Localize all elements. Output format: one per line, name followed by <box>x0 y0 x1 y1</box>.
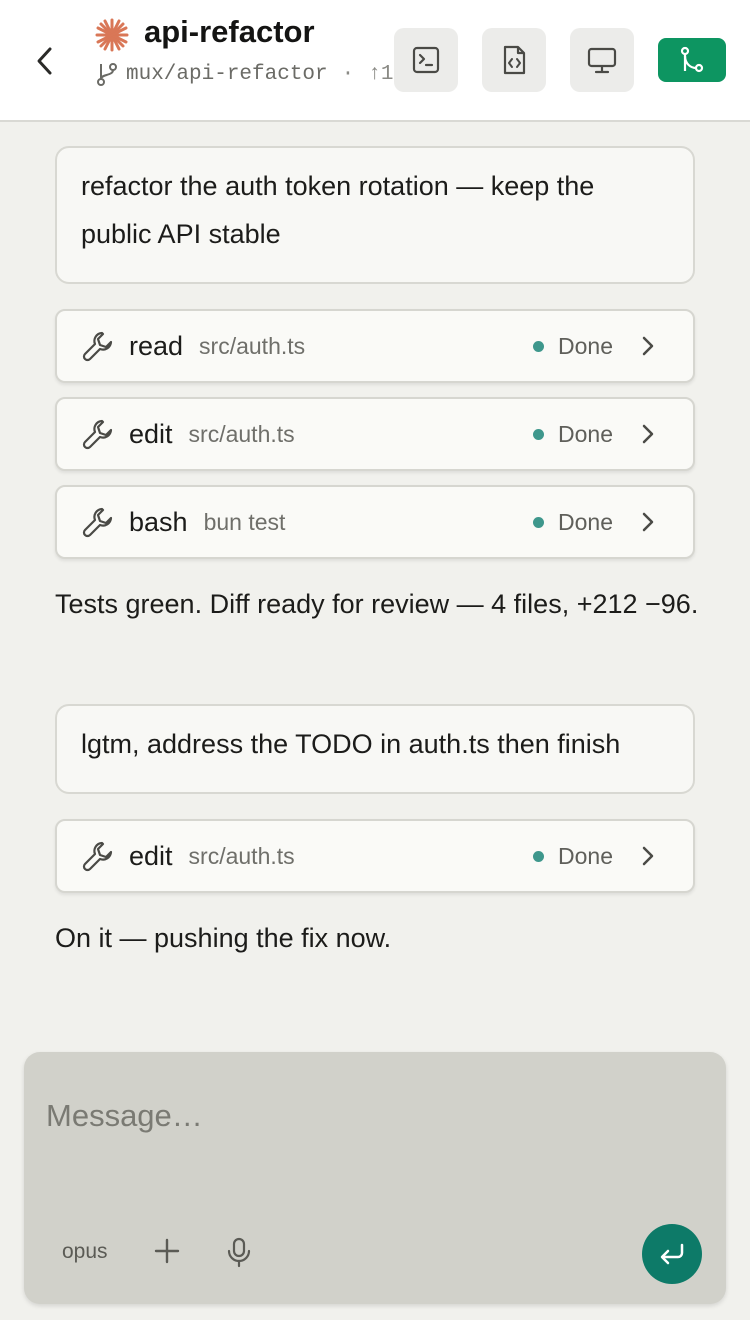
tool-name: read <box>129 330 184 361</box>
back-button[interactable] <box>24 40 66 82</box>
tool-name: edit <box>129 840 173 871</box>
status-label: Done <box>558 332 613 359</box>
message-input[interactable]: Message… <box>46 1098 203 1134</box>
tool-argument: bun test <box>203 508 286 535</box>
chevron-right-icon <box>642 336 654 356</box>
file-code-button[interactable] <box>482 28 546 92</box>
tool-status: Done <box>533 509 657 536</box>
user-message: lgtm, address the TODO in auth.ts then f… <box>55 704 695 794</box>
status-dot <box>533 428 545 440</box>
tool-call-read[interactable]: read src/auth.ts Done <box>55 309 695 383</box>
plus-icon[interactable] <box>152 1236 182 1266</box>
chevron-right-icon <box>642 846 654 866</box>
tool-call-edit[interactable]: edit src/auth.ts Done <box>55 819 695 893</box>
status-dot <box>533 850 545 862</box>
git-branch-icon <box>97 63 117 86</box>
commits-ahead: ↑1 <box>368 62 394 86</box>
workspace-title: api-refactor <box>144 14 315 49</box>
enter-icon <box>660 1243 684 1265</box>
tool-argument: src/auth.ts <box>188 842 295 869</box>
model-selector[interactable]: opus <box>62 1240 108 1264</box>
tool-call-edit[interactable]: edit src/auth.ts Done <box>55 397 695 471</box>
chevron-left-icon <box>37 47 52 75</box>
tool-name: edit <box>129 418 173 449</box>
tool-status: Done <box>533 421 657 448</box>
branch-name: mux/api-refactor <box>126 62 328 86</box>
branch-separator: · <box>341 62 355 86</box>
tool-name: bash <box>129 506 188 537</box>
status-dot <box>533 340 545 352</box>
user-message: refactor the auth token rotation — keep … <box>55 146 695 284</box>
status-label: Done <box>558 508 613 535</box>
assistant-message: On it — pushing the fix now. <box>55 923 392 953</box>
tool-status: Done <box>533 333 657 360</box>
terminal-icon <box>412 46 440 74</box>
chevron-right-icon <box>642 512 654 532</box>
status-label: Done <box>558 420 613 447</box>
branch-info: mux/api-refactor · ↑1 <box>96 60 408 88</box>
status-dot <box>533 516 545 528</box>
terminal-button[interactable] <box>394 28 458 92</box>
tool-call-bash[interactable]: bash bun test Done <box>55 485 695 559</box>
wrench-icon <box>82 331 113 362</box>
merge-button[interactable] <box>658 38 726 82</box>
file-code-icon <box>503 45 526 75</box>
mic-icon[interactable] <box>224 1236 254 1268</box>
monitor-button[interactable] <box>570 28 634 92</box>
sparkle-icon <box>95 18 129 52</box>
wrench-icon <box>82 507 113 538</box>
send-button[interactable] <box>642 1224 702 1284</box>
tool-argument: src/auth.ts <box>188 420 295 447</box>
git-merge-icon <box>680 46 704 73</box>
top-bar: api-refactor mux/api-refactor · ↑1 <box>0 0 750 122</box>
assistant-message: Tests green. Diff ready for review — 4 f… <box>55 589 699 619</box>
chevron-right-icon <box>642 424 654 444</box>
status-label: Done <box>558 842 613 869</box>
wrench-icon <box>82 841 113 872</box>
message-composer: Message… opus <box>24 1052 726 1304</box>
tool-argument: src/auth.ts <box>199 332 306 359</box>
wrench-icon <box>82 419 113 450</box>
tool-status: Done <box>533 843 657 870</box>
monitor-icon <box>587 47 617 74</box>
